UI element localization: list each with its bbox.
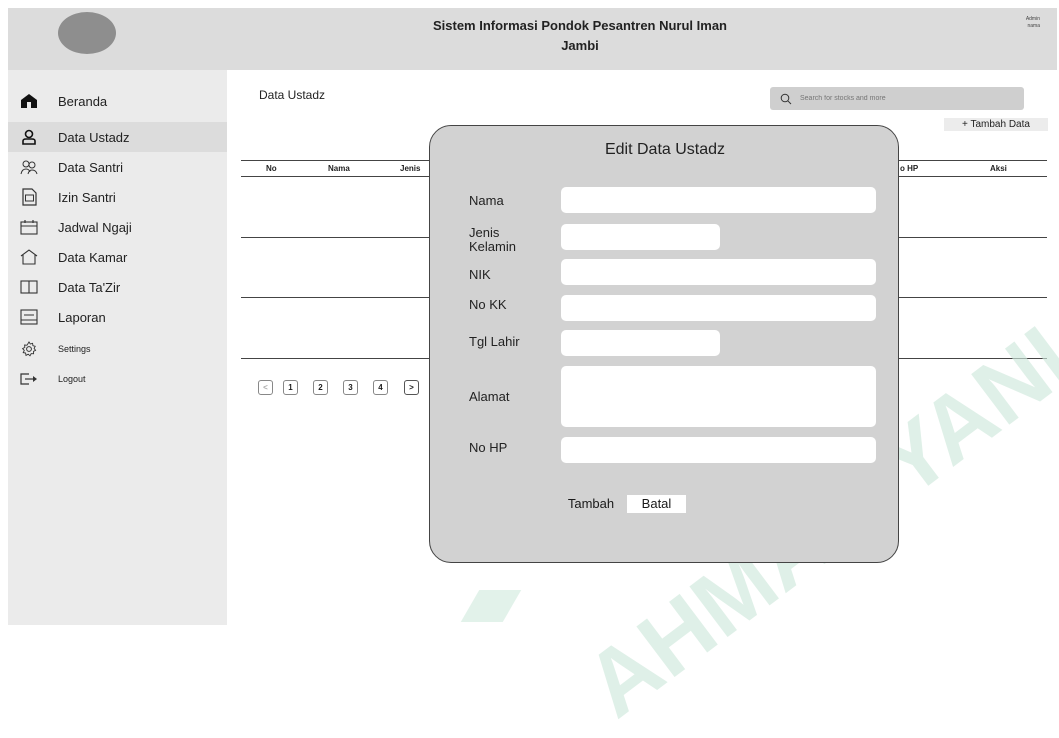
jenis-kelamin-field[interactable]: [561, 224, 720, 250]
field-label-nama: Nama: [469, 193, 504, 208]
field-label-no-kk: No KK: [469, 297, 507, 312]
sidebar-item-label: Data Ta'Zir: [58, 279, 121, 295]
search-bar[interactable]: [770, 87, 1024, 110]
admin-name: nama: [1027, 23, 1040, 29]
logo: [58, 12, 116, 54]
sidebar-item-data-tazir[interactable]: Data Ta'Zir: [8, 272, 227, 302]
sidebar-item-settings[interactable]: Settings: [8, 334, 227, 364]
home-icon: [20, 92, 38, 110]
tambah-button[interactable]: Tambah: [561, 495, 621, 513]
logout-icon: [20, 370, 38, 388]
field-label-nik: NIK: [469, 267, 491, 282]
pagination-next-button[interactable]: >: [404, 380, 419, 395]
user-icon: [20, 128, 38, 146]
sidebar-item-label: Beranda: [58, 93, 108, 109]
sidebar-item-label: Laporan: [58, 309, 106, 325]
sidebar-item-data-santri[interactable]: Data Santri: [8, 152, 227, 182]
field-label-alamat: Alamat: [469, 389, 510, 404]
report-icon: [20, 308, 38, 326]
no-hp-field[interactable]: [561, 437, 876, 463]
house-outline-icon: [20, 248, 38, 266]
no-kk-field[interactable]: [561, 295, 876, 321]
pagination-prev-button[interactable]: <: [258, 380, 273, 395]
sidebar-item-label: Izin Santri: [58, 189, 116, 205]
book-icon: [20, 278, 38, 296]
nik-field[interactable]: [561, 259, 876, 285]
sidebar-item-jadwal-ngaji[interactable]: Jadwal Ngaji: [8, 212, 227, 242]
modal-title: Edit Data Ustadz: [604, 141, 726, 158]
field-label-jenis-kelamin: Jenis Kelamin: [469, 225, 516, 254]
column-header-nama: Nama: [328, 164, 350, 173]
nama-field[interactable]: [561, 187, 876, 213]
sidebar-item-label: Logout: [58, 374, 86, 384]
sidebar-item-data-kamar[interactable]: Data Kamar: [8, 242, 227, 272]
sidebar-item-logout[interactable]: Logout: [8, 364, 227, 394]
pagination-page-2[interactable]: 2: [313, 380, 328, 395]
admin-role: Admin: [1025, 16, 1040, 22]
calendar-icon: [20, 218, 38, 236]
column-header-no: No: [266, 164, 277, 173]
document-icon: [20, 188, 38, 206]
app-title: Sistem Informasi Pondok Pesantren Nurul …: [432, 18, 727, 53]
pagination-page-1[interactable]: 1: [283, 380, 298, 395]
alamat-field[interactable]: [561, 366, 876, 427]
column-header-jenis: Jenis: [400, 164, 421, 173]
tgl-lahir-field[interactable]: [561, 330, 720, 356]
sidebar-item-data-ustadz[interactable]: Data Ustadz: [8, 122, 227, 152]
sidebar-item-izin-santri[interactable]: Izin Santri: [8, 182, 227, 212]
add-data-button[interactable]: + Tambah Data: [944, 118, 1048, 131]
batal-button[interactable]: Batal: [627, 495, 686, 513]
pagination-page-4[interactable]: 4: [373, 380, 388, 395]
users-icon: [20, 158, 38, 176]
sidebar-item-label: Settings: [58, 344, 91, 354]
sidebar-item-label: Data Santri: [58, 159, 124, 175]
column-header-aksi: Aksi: [990, 164, 1007, 173]
field-label-no-hp: No HP: [469, 440, 508, 455]
sidebar-item-laporan[interactable]: Laporan: [8, 302, 227, 332]
sidebar-item-beranda[interactable]: Beranda: [8, 86, 227, 116]
field-label-tgl-lahir: Tgl Lahir: [469, 334, 520, 349]
sidebar-item-label: Data Ustadz: [58, 129, 130, 145]
admin-info[interactable]: Admin nama: [1000, 16, 1040, 30]
gear-icon: [20, 340, 38, 358]
search-icon: [780, 92, 792, 110]
pagination-page-3[interactable]: 3: [343, 380, 358, 395]
sidebar-item-label: Jadwal Ngaji: [58, 219, 132, 235]
page-title: Data Ustadz: [259, 88, 326, 102]
search-input[interactable]: [800, 90, 1010, 107]
sidebar-item-label: Data Kamar: [58, 249, 128, 265]
column-header-no-hp: o HP: [900, 164, 919, 173]
